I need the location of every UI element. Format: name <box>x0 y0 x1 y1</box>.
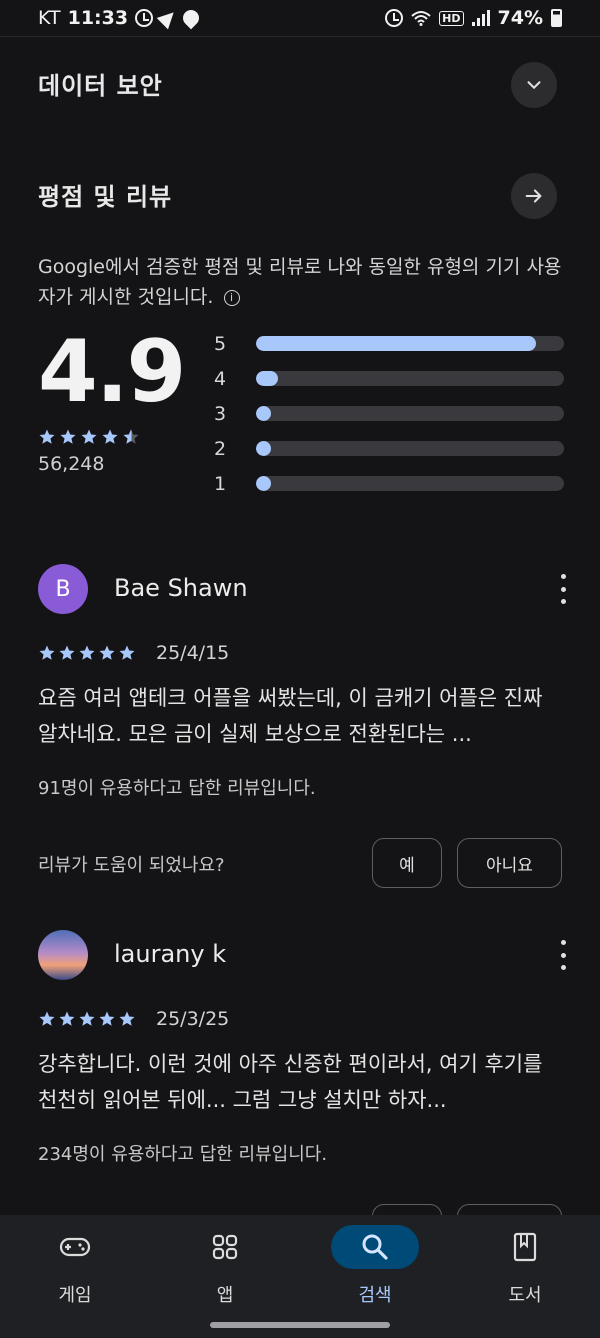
review-card: B Bae Shawn 25/4/15 요즘 여러 앱테크 어플을 써봤는데, … <box>38 564 568 894</box>
data-safety-expand-button[interactable] <box>511 62 557 108</box>
info-icon[interactable]: i <box>223 289 240 306</box>
more-options-icon[interactable] <box>558 940 568 970</box>
star-icon <box>99 1011 115 1026</box>
more-options-icon[interactable] <box>558 574 568 604</box>
alarm-icon <box>385 9 404 27</box>
gamepad-icon <box>31 1225 119 1269</box>
clock-time: 11:33 <box>67 7 129 29</box>
star-icon <box>102 429 118 444</box>
half-star-icon <box>123 429 139 444</box>
star-icon <box>79 645 95 660</box>
navigation-icon <box>156 6 180 30</box>
nav-tab-apps[interactable]: 앱 <box>175 1225 275 1307</box>
avatar <box>38 930 88 980</box>
signal-icon <box>471 10 490 26</box>
ratings-reviews-open-button[interactable] <box>511 173 557 219</box>
nav-label: 검색 <box>358 1285 392 1306</box>
wifi-icon <box>411 11 431 26</box>
bar-fill <box>256 476 272 491</box>
helpful-question: 리뷰가 도움이 되었나요? <box>38 855 225 876</box>
nav-label: 앱 <box>216 1285 234 1306</box>
rating-bar-row: 2 <box>214 431 564 466</box>
helpful-no-button[interactable]: 아니요 <box>457 838 562 888</box>
nav-label: 게임 <box>58 1285 92 1306</box>
helpful-count: 91명이 유용하다고 답한 리뷰입니다. <box>38 778 316 799</box>
chevron-down-icon <box>527 81 541 90</box>
location-pin-icon <box>179 6 203 30</box>
review-text[interactable]: 강추합니다. 이런 것에 아주 신중한 편이라서, 여기 후기를 천천히 읽어본… <box>38 1046 568 1118</box>
star-icon <box>79 1011 95 1026</box>
review-stars <box>38 644 136 662</box>
star-icon <box>99 645 115 660</box>
review-date: 25/3/25 <box>156 1008 230 1030</box>
reviewer-name: Bae Shawn <box>114 574 248 602</box>
bar-label: 2 <box>214 437 227 460</box>
bar-fill <box>256 406 272 421</box>
review-text[interactable]: 요즘 여러 앱테크 어플을 써봤는데, 이 금캐기 어플은 진짜 알차네요. 모… <box>38 680 568 752</box>
apps-grid-icon <box>181 1225 269 1269</box>
star-icon <box>119 645 135 660</box>
data-safety-title: 데이터 보안 <box>38 72 163 100</box>
bar-label: 1 <box>214 472 227 495</box>
rating-count: 56,248 <box>38 453 105 475</box>
bar-track <box>256 406 564 421</box>
bar-label: 3 <box>214 402 227 425</box>
review-stars <box>38 1010 136 1028</box>
bar-fill <box>256 441 272 456</box>
review-card: laurany k 25/3/25 강추합니다. 이런 것에 아주 신중한 편이… <box>38 930 568 1254</box>
bar-track <box>256 476 564 491</box>
ratings-description: Google에서 검증한 평점 및 리뷰로 나와 동일한 유형의 기기 사용자가… <box>38 256 562 308</box>
reviewer-name: laurany k <box>114 940 227 968</box>
star-icon <box>119 1011 135 1026</box>
rating-bar-row: 3 <box>214 396 564 431</box>
helpful-yes-button[interactable]: 예 <box>372 838 442 888</box>
alarm-clock-icon <box>135 9 154 27</box>
avatar: B <box>38 564 88 614</box>
star-icon <box>39 429 55 444</box>
star-icon <box>59 1011 75 1026</box>
average-rating: 4.9 <box>38 322 186 422</box>
carrier-label: KT <box>38 7 61 29</box>
star-icon <box>39 1011 55 1026</box>
ratings-reviews-title: 평점 및 리뷰 <box>38 183 173 211</box>
star-icon <box>59 645 75 660</box>
rating-bar-row: 4 <box>214 361 564 396</box>
hd-voice-badge: HD <box>439 10 464 26</box>
search-icon <box>331 1225 419 1269</box>
bar-label: 4 <box>214 367 227 390</box>
bar-track <box>256 371 564 386</box>
bar-fill <box>256 336 537 351</box>
status-bar: KT 11:33 HD 74% <box>0 0 600 36</box>
review-date: 25/4/15 <box>156 642 230 664</box>
bar-fill <box>256 371 278 386</box>
bar-track <box>256 441 564 456</box>
battery-icon <box>551 9 562 27</box>
average-stars <box>38 428 140 446</box>
nav-tab-games[interactable]: 게임 <box>25 1225 125 1307</box>
helpful-count: 234명이 유용하다고 답한 리뷰입니다. <box>38 1144 328 1165</box>
battery-percent: 74% <box>497 7 543 29</box>
nav-tab-books[interactable]: 도서 <box>475 1225 575 1307</box>
nav-tab-search[interactable]: 검색 <box>325 1225 425 1307</box>
nav-label: 도서 <box>508 1285 542 1306</box>
star-icon <box>60 429 76 444</box>
rating-bar-row: 5 <box>214 326 564 361</box>
book-icon <box>481 1225 569 1269</box>
divider <box>0 36 600 37</box>
rating-bar-row: 1 <box>214 466 564 501</box>
star-icon <box>39 645 55 660</box>
bar-label: 5 <box>214 332 227 355</box>
star-icon <box>81 429 97 444</box>
arrow-right-icon <box>525 189 542 203</box>
home-gesture-bar[interactable] <box>210 1322 390 1328</box>
rating-distribution: 5 4 3 2 1 <box>214 326 564 501</box>
bottom-navigation: 게임 앱 검색 도서 <box>0 1215 600 1338</box>
bar-track <box>256 336 564 351</box>
